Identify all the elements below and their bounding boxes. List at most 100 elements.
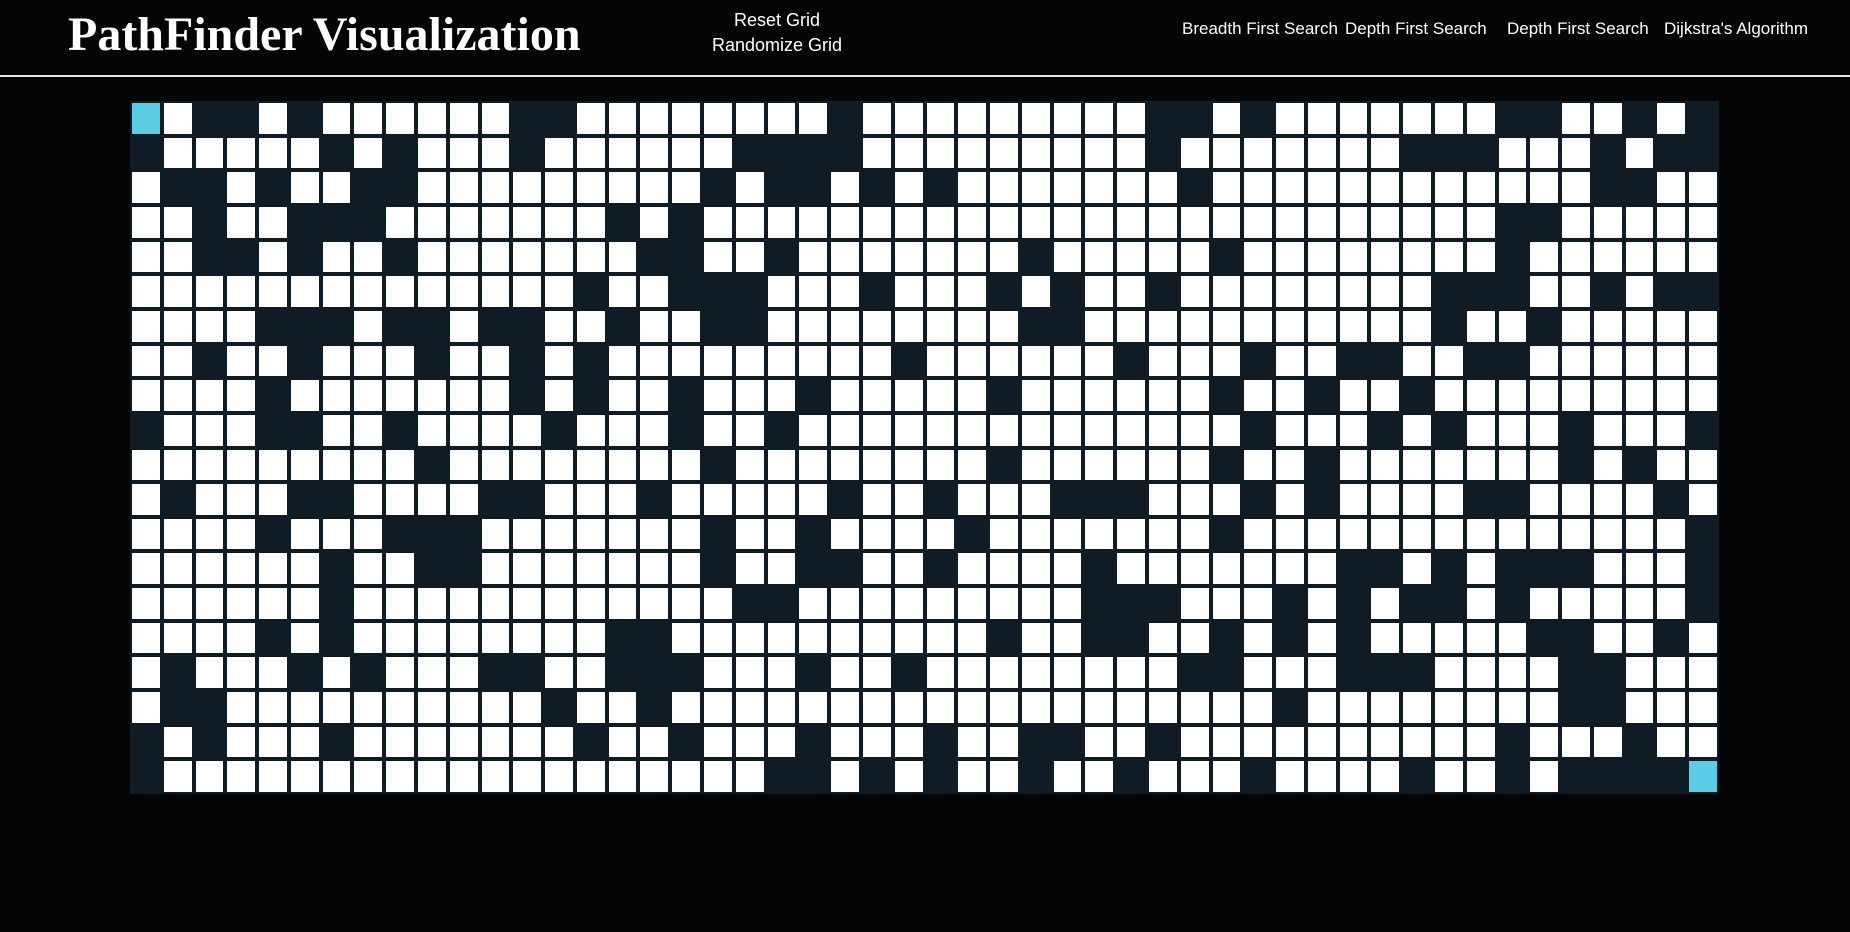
grid-cell[interactable] xyxy=(289,274,321,309)
wall-cell[interactable] xyxy=(734,136,766,171)
grid-cell[interactable] xyxy=(766,378,798,413)
grid-cell[interactable] xyxy=(829,274,861,309)
wall-cell[interactable] xyxy=(670,240,702,275)
grid-cell[interactable] xyxy=(1052,413,1084,448)
grid-cell[interactable] xyxy=(988,482,1020,517)
grid-cell[interactable] xyxy=(638,413,670,448)
grid-cell[interactable] xyxy=(1687,482,1719,517)
grid-cell[interactable] xyxy=(511,274,543,309)
grid-cell[interactable] xyxy=(797,448,829,483)
wall-cell[interactable] xyxy=(162,482,194,517)
grid-cell[interactable] xyxy=(1433,482,1465,517)
grid-cell[interactable] xyxy=(829,205,861,240)
grid-cell[interactable] xyxy=(988,136,1020,171)
grid-cell[interactable] xyxy=(925,309,957,344)
grid-cell[interactable] xyxy=(607,586,639,621)
grid-cell[interactable] xyxy=(893,586,925,621)
wall-cell[interactable] xyxy=(257,378,289,413)
grid-cell[interactable] xyxy=(1338,517,1370,552)
wall-cell[interactable] xyxy=(1592,759,1624,794)
grid-cell[interactable] xyxy=(1497,690,1529,725)
grid-cell[interactable] xyxy=(1655,309,1687,344)
grid-cell[interactable] xyxy=(925,240,957,275)
grid-cell[interactable] xyxy=(1211,170,1243,205)
wall-cell[interactable] xyxy=(1052,309,1084,344)
grid-cell[interactable] xyxy=(416,170,448,205)
grid-cell[interactable] xyxy=(1242,170,1274,205)
wall-cell[interactable] xyxy=(797,517,829,552)
grid-cell[interactable] xyxy=(988,690,1020,725)
wall-cell[interactable] xyxy=(1147,101,1179,136)
grid-cell[interactable] xyxy=(1179,551,1211,586)
grid-cell[interactable] xyxy=(766,690,798,725)
grid-cell[interactable] xyxy=(257,240,289,275)
grid-cell[interactable] xyxy=(448,413,480,448)
wall-cell[interactable] xyxy=(1624,448,1656,483)
grid-cell[interactable] xyxy=(1433,759,1465,794)
grid-cell[interactable] xyxy=(1401,309,1433,344)
grid-cell[interactable] xyxy=(1242,690,1274,725)
grid-cell[interactable] xyxy=(1465,378,1497,413)
grid-cell[interactable] xyxy=(925,274,957,309)
wall-cell[interactable] xyxy=(1655,482,1687,517)
grid-cell[interactable] xyxy=(893,136,925,171)
grid-cell[interactable] xyxy=(1306,551,1338,586)
grid-cell[interactable] xyxy=(734,101,766,136)
grid-cell[interactable] xyxy=(480,759,512,794)
wall-cell[interactable] xyxy=(766,170,798,205)
wall-cell[interactable] xyxy=(1369,551,1401,586)
wall-cell[interactable] xyxy=(1083,621,1115,656)
grid-cell[interactable] xyxy=(1083,725,1115,760)
grid-cell[interactable] xyxy=(1560,274,1592,309)
wall-cell[interactable] xyxy=(1624,759,1656,794)
grid-cell[interactable] xyxy=(1179,759,1211,794)
grid-cell[interactable] xyxy=(1401,621,1433,656)
grid-cell[interactable] xyxy=(670,690,702,725)
grid-cell[interactable] xyxy=(956,101,988,136)
grid-cell[interactable] xyxy=(1655,551,1687,586)
wall-cell[interactable] xyxy=(194,690,226,725)
grid-cell[interactable] xyxy=(1147,759,1179,794)
grid-cell[interactable] xyxy=(1274,759,1306,794)
grid-cell[interactable] xyxy=(734,205,766,240)
grid-cell[interactable] xyxy=(1433,448,1465,483)
grid-cell[interactable] xyxy=(1242,448,1274,483)
wall-cell[interactable] xyxy=(384,240,416,275)
grid-cell[interactable] xyxy=(861,413,893,448)
grid-cell[interactable] xyxy=(1211,759,1243,794)
grid-cell[interactable] xyxy=(607,448,639,483)
grid-cell[interactable] xyxy=(1083,136,1115,171)
wall-cell[interactable] xyxy=(543,101,575,136)
grid-cell[interactable] xyxy=(1433,344,1465,379)
grid-cell[interactable] xyxy=(1115,551,1147,586)
wall-cell[interactable] xyxy=(1528,309,1560,344)
grid-cell[interactable] xyxy=(384,101,416,136)
grid-cell[interactable] xyxy=(1560,136,1592,171)
grid-cell[interactable] xyxy=(956,344,988,379)
grid-cell[interactable] xyxy=(543,136,575,171)
grid-cell[interactable] xyxy=(1211,413,1243,448)
grid-cell[interactable] xyxy=(257,655,289,690)
grid-cell[interactable] xyxy=(1083,448,1115,483)
wall-cell[interactable] xyxy=(162,690,194,725)
wall-cell[interactable] xyxy=(1497,482,1529,517)
end-node[interactable] xyxy=(1687,759,1719,794)
grid-cell[interactable] xyxy=(1433,378,1465,413)
wall-cell[interactable] xyxy=(1052,725,1084,760)
wall-cell[interactable] xyxy=(1052,482,1084,517)
grid-cell[interactable] xyxy=(1497,378,1529,413)
grid-cell[interactable] xyxy=(321,170,353,205)
grid-cell[interactable] xyxy=(607,274,639,309)
grid-cell[interactable] xyxy=(1274,655,1306,690)
grid-cell[interactable] xyxy=(1687,240,1719,275)
wall-cell[interactable] xyxy=(384,309,416,344)
grid-cell[interactable] xyxy=(1655,344,1687,379)
wall-cell[interactable] xyxy=(702,448,734,483)
grid-cell[interactable] xyxy=(352,240,384,275)
wall-cell[interactable] xyxy=(130,413,162,448)
wall-cell[interactable] xyxy=(289,205,321,240)
grid-cell[interactable] xyxy=(1274,448,1306,483)
grid-cell[interactable] xyxy=(893,274,925,309)
grid-cell[interactable] xyxy=(734,240,766,275)
wall-cell[interactable] xyxy=(1401,655,1433,690)
